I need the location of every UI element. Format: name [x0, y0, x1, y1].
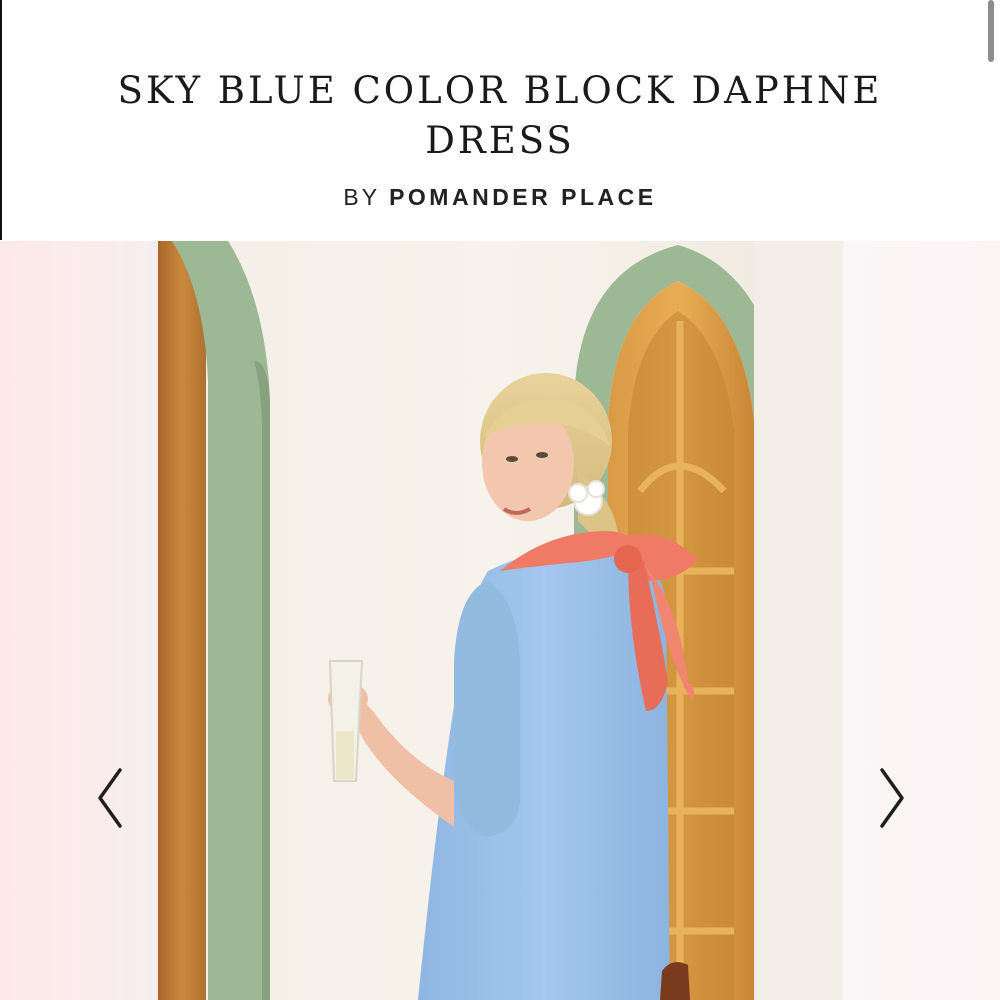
chevron-right-icon	[880, 768, 904, 828]
vendor-line: BY POMANDER PLACE	[0, 184, 1000, 211]
product-title: SKY BLUE COLOR BLOCK DAPHNE DRESS	[117, 69, 883, 162]
next-slide-peek[interactable]	[843, 241, 1000, 1000]
carousel-next-button[interactable]	[870, 766, 914, 830]
vendor-prefix: BY	[343, 184, 380, 210]
product-image-carousel[interactable]	[0, 241, 1000, 1000]
product-photo-illustration	[158, 241, 843, 1000]
chevron-left-icon	[98, 768, 122, 828]
product-page: SKY BLUE COLOR BLOCK DAPHNE DRESS BY POM…	[0, 0, 1000, 1000]
scrollbar-thumb[interactable]	[988, 0, 994, 62]
carousel-prev-button[interactable]	[88, 766, 132, 830]
vendor-link[interactable]: POMANDER PLACE	[389, 184, 657, 210]
previous-slide-peek[interactable]	[0, 241, 158, 1000]
product-photo[interactable]	[158, 241, 843, 1000]
